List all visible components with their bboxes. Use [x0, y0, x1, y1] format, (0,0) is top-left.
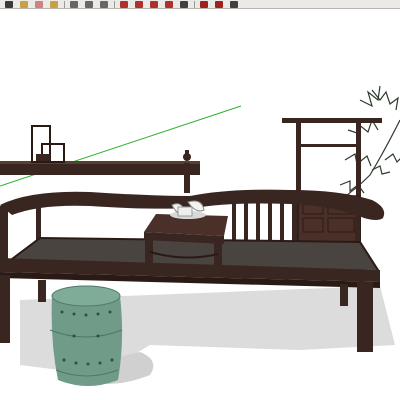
offset-icon: [165, 0, 173, 8]
pan-tool-button[interactable]: [213, 0, 225, 8]
zoom-icon: [230, 0, 238, 8]
eraser-tool-button[interactable]: [33, 0, 45, 8]
right-frame-stand: [282, 118, 382, 248]
offset-tool-button[interactable]: [163, 0, 175, 8]
rotate-tool-button[interactable]: [148, 0, 160, 8]
paint-tool-button[interactable]: [18, 0, 30, 8]
toolbar-separator: [194, 0, 195, 8]
tape-measure-tool-button[interactable]: [178, 0, 190, 8]
ceramic-stool: [49, 285, 123, 386]
circle-icon: [85, 0, 93, 8]
toolbar-separator: [114, 0, 115, 8]
tape-icon: [180, 0, 188, 8]
arc-tool-button[interactable]: [98, 0, 110, 8]
pushpull-icon: [135, 0, 143, 8]
pencil-icon: [50, 0, 58, 8]
scene-canvas[interactable]: [0, 9, 400, 400]
toolbar-separator: [64, 0, 65, 8]
rectangle-tool-button[interactable]: [68, 0, 80, 8]
select-tool-button[interactable]: [3, 0, 15, 8]
circle-tool-button[interactable]: [83, 0, 95, 8]
line-tool-button[interactable]: [48, 0, 60, 8]
move-icon: [120, 0, 128, 8]
bucket-icon: [20, 0, 28, 8]
zoom-tool-button[interactable]: [228, 0, 240, 8]
toolbar: [0, 0, 400, 9]
rotate-icon: [150, 0, 158, 8]
back-shelf: [0, 125, 200, 193]
model-viewport[interactable]: [0, 9, 400, 400]
move-tool-button[interactable]: [118, 0, 130, 8]
pushpull-tool-button[interactable]: [133, 0, 145, 8]
pan-icon: [215, 0, 223, 8]
pine-tree: [339, 85, 400, 201]
orbit-icon: [200, 0, 208, 8]
arc-icon: [100, 0, 108, 8]
arrow-icon: [5, 0, 13, 8]
rectangle-icon: [70, 0, 78, 8]
orbit-tool-button[interactable]: [198, 0, 210, 8]
eraser-icon: [35, 0, 43, 8]
